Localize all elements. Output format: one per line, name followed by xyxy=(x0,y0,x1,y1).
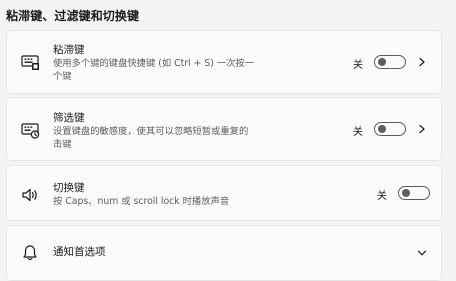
toggle-knob xyxy=(378,58,386,66)
sticky-keys-icon xyxy=(19,51,41,73)
filter-keys-description-line2: 击键 xyxy=(53,139,72,150)
filter-keys-state-label: 关 xyxy=(353,127,363,138)
toggle-keys-description: 按 Caps、num 或 scroll lock 时播放声音 xyxy=(53,196,230,207)
toggle-keys-title: 切换键 xyxy=(53,182,85,194)
sticky-keys-card[interactable]: 粘滞键 使用多个键的键盘快捷键 (如 Ctrl + S) 一次按一 个键 关 xyxy=(6,30,442,94)
sticky-keys-description-line2: 个键 xyxy=(53,71,72,82)
section-title: 粘滞键、过滤键和切换键 xyxy=(6,9,140,23)
notification-preferences-card[interactable]: 通知首选项 xyxy=(6,225,442,281)
filter-keys-card[interactable]: 筛选键 设置键盘的敏感度，使其可以忽略短暂或重复的 击键 关 xyxy=(6,97,442,161)
toggle-keys-toggle[interactable] xyxy=(398,186,430,200)
filter-keys-description-line1: 设置键盘的敏感度，使其可以忽略短暂或重复的 xyxy=(53,126,249,137)
toggle-keys-state-label: 关 xyxy=(377,191,387,202)
sticky-keys-toggle[interactable] xyxy=(374,55,406,69)
sticky-keys-state-label: 关 xyxy=(353,60,363,71)
filter-keys-toggle[interactable] xyxy=(374,122,406,136)
sticky-keys-description-line1: 使用多个键的键盘快捷键 (如 Ctrl + S) 一次按一 xyxy=(53,58,255,69)
bell-icon xyxy=(19,242,41,264)
toggle-keys-sound-icon xyxy=(19,184,41,206)
filter-keys-title: 筛选键 xyxy=(53,112,85,124)
toggle-knob xyxy=(378,125,386,133)
toggle-knob xyxy=(402,189,410,197)
sticky-keys-title: 粘滞键 xyxy=(53,44,85,56)
filter-keys-icon xyxy=(19,119,41,141)
chevron-right-icon[interactable] xyxy=(415,122,429,136)
chevron-right-icon[interactable] xyxy=(415,55,429,69)
chevron-down-icon[interactable] xyxy=(415,246,429,260)
toggle-keys-card[interactable]: 切换键 按 Caps、num 或 scroll lock 时播放声音 关 xyxy=(6,165,442,221)
notification-preferences-title: 通知首选项 xyxy=(53,246,106,258)
